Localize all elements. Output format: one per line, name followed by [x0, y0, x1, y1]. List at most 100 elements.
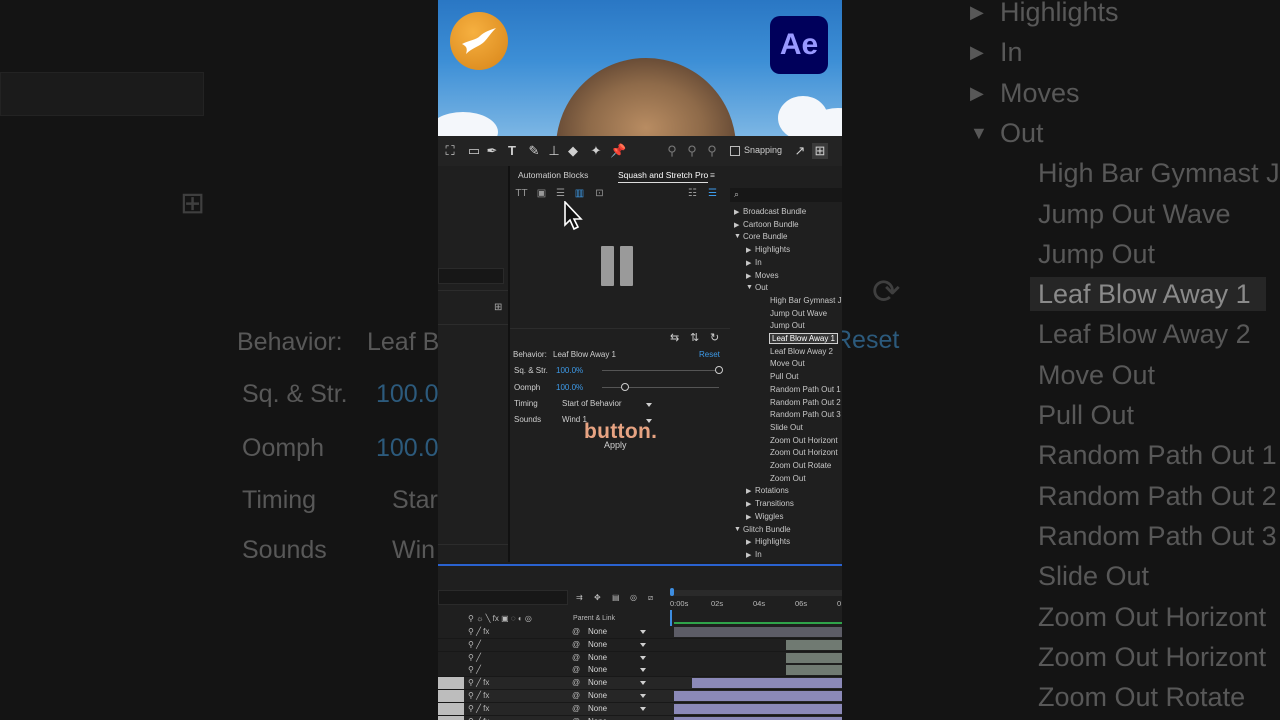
rectangle-tool-icon[interactable]: ▭: [466, 143, 482, 159]
tree-item[interactable]: Move Out: [770, 359, 805, 368]
tree-item[interactable]: Glitch Bundle: [743, 525, 791, 534]
brush-tool-icon[interactable]: ✎: [526, 143, 542, 159]
tree-view-icon[interactable]: ☰: [706, 188, 719, 200]
tree-item[interactable]: Jump Out Wave: [770, 309, 827, 318]
parent-dropdown[interactable]: None: [588, 691, 607, 700]
tree-item[interactable]: Transitions: [755, 499, 794, 508]
collapsed-arrow-icon[interactable]: ▶: [746, 272, 751, 280]
parent-dropdown[interactable]: None: [588, 717, 607, 720]
snap-grid-icon[interactable]: ⊞: [812, 143, 828, 159]
refresh-icon[interactable]: ↻: [710, 331, 719, 344]
layer-switch-icons[interactable]: ⚲ ╱ fx: [468, 704, 489, 713]
snap-option-icon[interactable]: ↗: [792, 143, 808, 159]
frame-icon[interactable]: ⊡: [593, 188, 606, 200]
axis-world-icon[interactable]: ⚲: [664, 143, 680, 159]
swap-icon[interactable]: ⇆: [670, 331, 679, 344]
tree-item[interactable]: Leaf Blow Away 2: [770, 347, 833, 356]
chevron-down-icon[interactable]: [640, 706, 646, 711]
oomph-slider-track[interactable]: [602, 387, 719, 388]
sort-icon[interactable]: ⇅: [690, 331, 699, 344]
pick-whip-icon[interactable]: @: [572, 627, 580, 636]
apply-button[interactable]: Apply: [604, 440, 627, 450]
collapsed-arrow-icon[interactable]: ▶: [746, 487, 751, 495]
parent-dropdown[interactable]: None: [588, 640, 607, 649]
flowchart-icon[interactable]: ⊞: [494, 302, 502, 313]
timing-dropdown[interactable]: Start of Behavior: [562, 399, 622, 408]
graph-editor-icon[interactable]: ⧄: [648, 593, 653, 603]
chevron-down-icon[interactable]: [640, 630, 646, 634]
tree-item[interactable]: Cartoon Bundle: [743, 220, 799, 229]
collapsed-arrow-icon[interactable]: ▶: [734, 208, 739, 216]
pick-whip-icon[interactable]: @: [572, 717, 580, 720]
tree-item[interactable]: Wiggles: [755, 512, 783, 521]
layer-row[interactable]: ⚲ ╱ @ None: [438, 638, 842, 652]
tree-item[interactable]: Slide Out: [770, 423, 803, 432]
tree-item[interactable]: Core Bundle: [743, 232, 787, 241]
pick-whip-icon[interactable]: @: [572, 640, 580, 649]
tree-item[interactable]: Zoom Out Rotate: [770, 461, 831, 470]
collapsed-arrow-icon[interactable]: ▶: [746, 500, 751, 508]
comp-flow-icon[interactable]: ⇉: [576, 593, 583, 602]
parent-dropdown[interactable]: None: [588, 704, 607, 713]
tab-automation-blocks[interactable]: Automation Blocks: [518, 170, 588, 180]
tree-item[interactable]: Out: [755, 283, 768, 292]
parent-dropdown[interactable]: None: [588, 678, 607, 687]
sq-str-value[interactable]: 100.0%: [556, 366, 583, 375]
list-view-icon[interactable]: ☷: [686, 188, 699, 200]
tree-item[interactable]: Zoom Out Horizont: [770, 448, 838, 457]
layer-row[interactable]: ⚲ ╱ fx @ None: [438, 702, 842, 716]
axis-view-icon[interactable]: ⚲: [704, 143, 720, 159]
layer-row[interactable]: ⚲ ╱ fx @ None: [438, 715, 842, 720]
tree-item[interactable]: Pull Out: [770, 372, 798, 381]
tree-item[interactable]: Highlights: [755, 245, 790, 254]
motion-blur-icon[interactable]: ◎: [630, 593, 637, 602]
tree-item[interactable]: Highlights: [755, 537, 790, 546]
tree-item[interactable]: Random Path Out 1: [770, 385, 841, 394]
reset-button[interactable]: Reset: [699, 350, 720, 359]
sq-str-slider-knob[interactable]: [715, 366, 723, 374]
timeline-search-field[interactable]: [438, 590, 568, 605]
layer-switch-icons[interactable]: ⚲ ╱ fx: [468, 717, 489, 720]
chevron-down-icon[interactable]: [640, 642, 646, 647]
layer-switch-icons[interactable]: ⚲ ╱: [468, 665, 481, 674]
preset-search-field[interactable]: ⌕: [730, 188, 842, 202]
collapsed-arrow-icon[interactable]: ▶: [746, 551, 751, 559]
layer-switch-icons[interactable]: ⚲ ╱ fx: [468, 691, 489, 700]
tree-item[interactable]: Random Path Out 3: [770, 410, 841, 419]
axis-local-icon[interactable]: ⚲: [684, 143, 700, 159]
tree-item[interactable]: In: [755, 258, 762, 267]
layers-stack-icon[interactable]: ☰: [554, 188, 567, 200]
pick-whip-icon[interactable]: @: [572, 704, 580, 713]
sq-str-slider-track[interactable]: [602, 370, 719, 371]
layer-switch-icons[interactable]: ⚲ ╱ fx: [468, 627, 489, 636]
parent-dropdown[interactable]: None: [588, 653, 607, 662]
label-color-swatch[interactable]: [438, 690, 464, 702]
text-tool-icon[interactable]: TT: [515, 188, 528, 200]
pick-whip-icon[interactable]: @: [572, 653, 580, 662]
project-search-field[interactable]: [438, 268, 504, 284]
frame-blending-icon[interactable]: ▤: [612, 593, 620, 602]
label-color-swatch[interactable]: [438, 677, 464, 690]
shy-layers-icon[interactable]: ✥: [594, 593, 601, 602]
tree-item[interactable]: Moves: [755, 271, 779, 280]
layer-switch-icons[interactable]: ⚲ ╱: [468, 640, 481, 649]
tree-item[interactable]: Zoom Out: [770, 474, 806, 483]
chevron-down-icon[interactable]: [640, 681, 646, 686]
collapsed-arrow-icon[interactable]: ▶: [746, 246, 751, 254]
collapsed-arrow-icon[interactable]: ▶: [746, 538, 751, 546]
tree-item[interactable]: High Bar Gymnast J: [770, 296, 842, 305]
layer-row[interactable]: ⚲ ╱ fx @ None: [438, 677, 842, 691]
tree-item[interactable]: Leaf Blow Away 1: [768, 333, 839, 344]
eraser-tool-icon[interactable]: ◆: [565, 143, 581, 159]
label-color-swatch[interactable]: [438, 702, 464, 715]
tree-item[interactable]: Zoom Out Horizont: [770, 436, 838, 445]
layer-row[interactable]: ⚲ ╱ fx @ None: [438, 690, 842, 703]
label-color-swatch[interactable]: [438, 715, 464, 720]
roto-brush-tool-icon[interactable]: ✦: [588, 143, 604, 159]
layer-duration-bar[interactable]: [786, 652, 842, 663]
pen-tool-icon[interactable]: ✒: [484, 143, 500, 159]
tree-item[interactable]: In: [755, 550, 762, 559]
puppet-pin-tool-icon[interactable]: 📌: [610, 143, 626, 159]
type-tool-icon[interactable]: T: [504, 143, 520, 159]
layer-duration-bar[interactable]: [674, 627, 842, 637]
